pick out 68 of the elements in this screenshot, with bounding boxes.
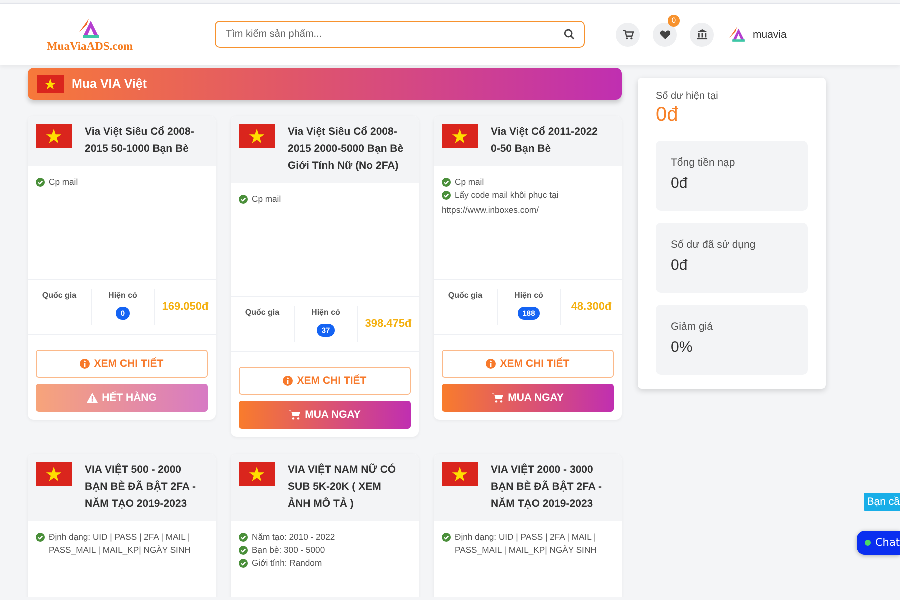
country-label: Quốc gia — [448, 291, 483, 300]
country-label: Quốc gia — [42, 291, 77, 300]
info-icon — [80, 359, 90, 369]
product-title[interactable]: VIA VIỆT 500 - 2000 BẠN BÈ ĐÃ BẬT 2FA - NĂM TẠO 2019-2023 — [85, 462, 203, 513]
check-icon — [442, 191, 451, 200]
stock-label: Hiện có — [312, 308, 340, 317]
product-title[interactable]: Via Việt Siêu Cổ 2008-2015 50-1000 Bạn Bè — [85, 124, 203, 158]
check-icon — [239, 559, 248, 568]
check-icon — [239, 546, 248, 555]
check-icon — [36, 178, 45, 187]
check-icon — [36, 533, 45, 542]
feature-text: Lấy code mail khôi phục tại — [455, 189, 559, 202]
price: 398.475đ — [364, 318, 413, 330]
feature-text: Bạn bè: 300 - 5000 — [252, 544, 326, 557]
feature-text: Định dạng: UID | PASS | 2FA | MAIL | PASS_MAIL | MAIL_KP| NGÀY SINH — [455, 531, 598, 557]
cart-icon — [622, 30, 634, 40]
info-icon — [486, 359, 496, 369]
feature-text: Cp mail — [455, 176, 484, 189]
feature-text: Giới tính: Random — [252, 557, 322, 570]
chat-button[interactable]: Chat — [857, 531, 900, 555]
feature-text: Cp mail — [252, 193, 282, 206]
flag-icon — [239, 124, 275, 148]
buy-button[interactable]: MUA NGAY — [239, 401, 411, 429]
stat-value: 0% — [671, 339, 694, 356]
feature-text: Cp mail — [49, 176, 78, 189]
check-icon — [442, 533, 451, 542]
stat-value: 0đ — [671, 257, 689, 274]
flag-icon — [442, 462, 478, 486]
flag-icon — [36, 124, 72, 148]
cart-button[interactable] — [616, 22, 640, 46]
bank-button[interactable] — [690, 22, 714, 46]
stat-label: Số dư đã sử dụng — [671, 239, 757, 251]
search-icon[interactable] — [564, 29, 575, 40]
username[interactable]: muavia — [753, 28, 787, 40]
price: 169.050đ — [161, 301, 210, 313]
stat-label: Tổng tiền nạp — [671, 157, 736, 169]
flag-icon — [239, 462, 275, 486]
cart-icon — [289, 410, 302, 420]
flag-icon — [37, 75, 64, 93]
cart-icon — [492, 393, 504, 403]
check-icon — [239, 533, 248, 542]
bank-icon — [696, 29, 708, 40]
heart-icon — [660, 30, 670, 40]
check-icon — [442, 178, 451, 187]
stat-value: 0đ — [671, 175, 689, 192]
warning-icon — [87, 393, 98, 403]
feature-text: Năm tạo: 2010 - 2022 — [252, 531, 336, 544]
flag-icon — [442, 124, 478, 148]
country-label: Quốc gia — [245, 308, 280, 317]
buy-button[interactable]: MUA NGAY — [442, 384, 614, 412]
feature-text: https://www.inboxes.com/ — [442, 204, 540, 217]
check-icon — [239, 195, 248, 204]
product-title[interactable]: VIA VIỆT 2000 - 3000 BẠN BÈ ĐÃ BẬT 2FA - NĂM TẠO 2019-2023 — [491, 462, 609, 513]
balance-label: Số dư hiện tại — [656, 91, 720, 102]
stat-label: Giảm giá — [671, 321, 714, 333]
product-title[interactable]: Via Việt Cổ 2011-2022 0-50 Bạn Bè — [491, 124, 609, 158]
stock-label: Hiện có — [108, 291, 138, 300]
product-title[interactable]: VIA VIỆT NAM NỮ CÓ SUB 5K-20K ( XEM ẢNH MÔ TẢ ) — [288, 462, 406, 513]
price: 48.300đ — [570, 301, 613, 313]
category-title: Mua VIA Việt — [72, 77, 148, 91]
stock-label: Hiện có — [514, 291, 544, 300]
wishlist-button[interactable] — [653, 22, 677, 46]
product-title[interactable]: Via Việt Siêu Cổ 2008-2015 2000-5000 Bạn Bè Giới Tính Nữ (No 2FA) — [288, 124, 406, 175]
feature-text: Định dạng: UID | PASS | 2FA | MAIL | PASS_MAIL | MAIL_KP| NGÀY SINH — [49, 531, 192, 557]
info-icon — [283, 376, 294, 386]
flag-icon — [36, 462, 72, 486]
search-field[interactable]: Tìm kiếm sản phẩm... — [215, 21, 585, 48]
balance-amount: 0đ — [656, 104, 680, 127]
